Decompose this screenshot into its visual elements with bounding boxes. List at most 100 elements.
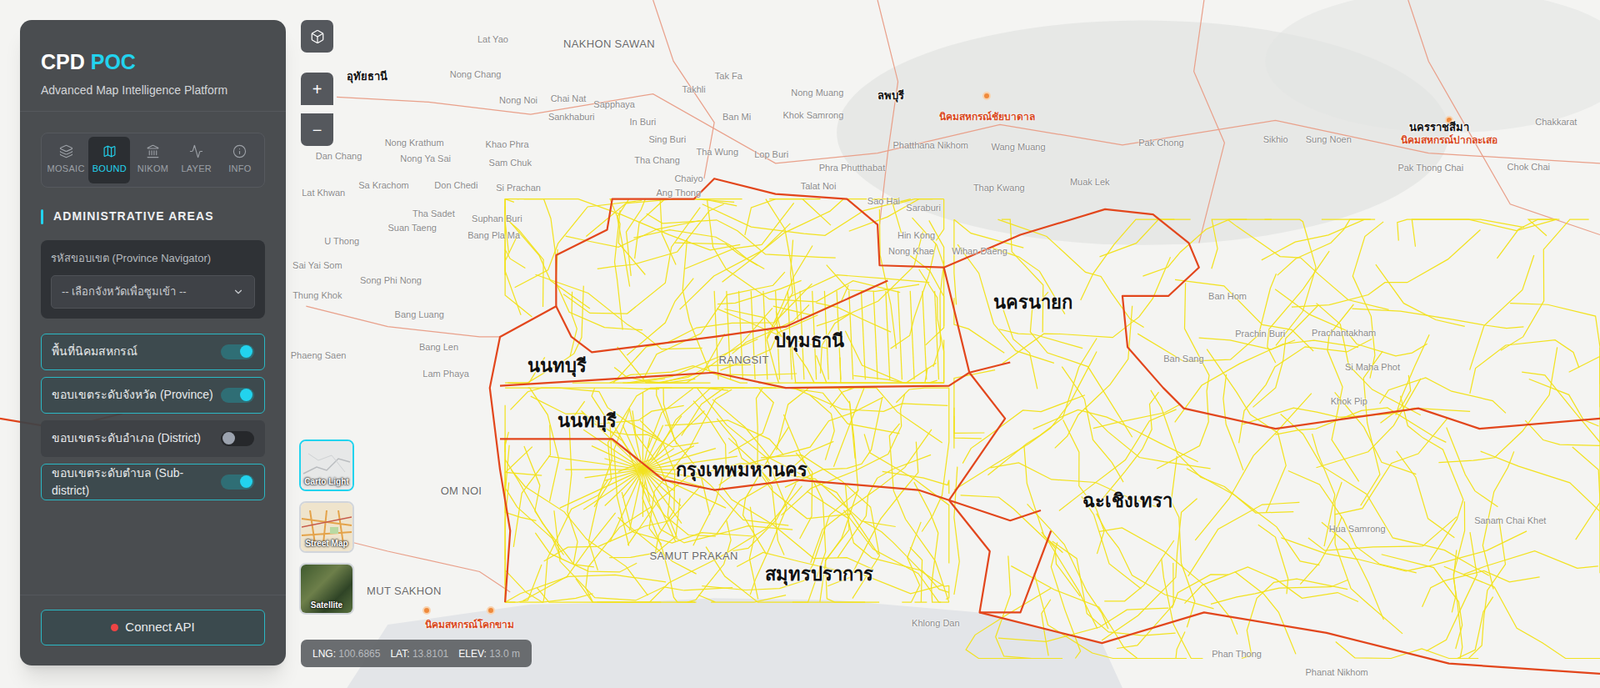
place-label: Thap Kwang [973,180,1025,195]
toggle-switch[interactable] [220,430,255,446]
place-label: Phanat Nikhom [1305,664,1368,679]
tab[interactable]: NIKOM [131,136,174,184]
layer-label: ขอบเขตระดับตำบล (Sub-district) [51,464,221,500]
province-label: สมุทรปราการ [765,560,874,588]
place-label: NAKHON SAWAN [563,35,655,53]
app-root: NAKHON SAWANLat YaoNong ChangNong NoiCha… [0,0,1600,688]
place-label: Sing Buri [648,131,686,146]
coordinate-bar: LNG: 100.6865 LAT: 13.8101 ELEV: 13.0 m [300,639,532,667]
place-label: Khok Samrong [783,108,845,123]
layer-toggle-row[interactable]: พื้นที่นิคมสหกรณ์ [40,333,265,370]
layer-label: พื้นที่นิคมสหกรณ์ [51,342,138,360]
place-label: In Buri [630,114,657,129]
nikom-pin[interactable] [422,605,431,615]
layer-list: พื้นที่นิคมสหกรณ์ขอบเขตระดับจังหวัด (Pro… [40,333,265,500]
place-label: Ban Mi [722,109,751,124]
province-label: ฉะเชิงเทรา [1082,486,1173,515]
place-label: Sung Noen [1305,131,1352,146]
latitude-readout: LAT: 13.8101 [390,645,449,661]
section-heading: ADMINISTRATIVE AREAS [40,207,265,225]
place-label: Dan Chang [315,149,363,164]
place-label: Muak Lek [1070,175,1110,190]
province-navigator: รหัสขอบเขต (Province Navigator) -- เลือกจ… [40,240,265,319]
zoom-in-button[interactable]: + [300,72,334,105]
place-label: Sam Chuk [489,155,532,170]
tab[interactable]: INFO [219,136,261,184]
place-label: Khlong Dan [911,615,960,630]
toggle-switch[interactable] [220,474,255,490]
place-label: Phatthana Nikhom [892,138,969,153]
place-label: Nong Noi [499,93,538,108]
panel-header: CPD POC Advanced Map Intelligence Platfor… [20,20,286,112]
place-label: Sikhio [1263,131,1289,146]
tab-bar: MOSAICBOUNDNIKOMLAYERINFO [40,132,265,188]
basemap-label: Street Map [300,536,353,550]
place-label: Suan Taeng [387,220,437,235]
place-label: Talat Noi [800,179,837,194]
nikom-pin[interactable] [982,91,991,100]
toggle-switch[interactable] [220,344,255,360]
place-label: Takhli [682,81,706,96]
nikom-pin[interactable] [486,605,495,615]
connect-api-button[interactable]: Connect API [40,609,265,645]
province-label: กรุงเทพมหานคร [675,455,808,484]
place-label: Bang Luang [395,307,445,322]
province-label: นครราชสีมา [1409,119,1470,136]
nikom-label: นิคมสหกรณ์โคกขาม [425,616,515,632]
place-label: Hua Samrong [1329,521,1386,536]
place-label: Nong Khae [888,244,935,259]
place-label: Prachin Buri [1235,326,1285,341]
app-title: CPD POC [40,48,265,75]
province-label: ปทุมธานี [774,325,845,354]
place-label: Hin Kong [897,227,935,242]
layer-label: ขอบเขตระดับอำเภอ (District) [51,429,201,447]
basemap-label: Satellite [300,598,353,611]
app-subtitle: Advanced Map Intelligence Platform [40,81,265,100]
place-label: OM NOI [440,482,483,500]
layer-toggle-row[interactable]: ขอบเขตระดับจังหวัด (Province) [40,376,265,414]
3d-view-button[interactable] [300,20,334,53]
navigator-label: รหัสขอบเขต (Province Navigator) [50,250,255,267]
place-label: Sao Hai [867,194,900,209]
place-label: SAMUT PRAKAN [650,548,739,565]
tab-icon [59,144,74,159]
place-label: Si Maha Phot [1345,359,1400,374]
tab[interactable]: LAYER [175,136,218,184]
elevation-readout: ELEV: 13.0 m [458,645,520,661]
province-label: ลพบุรี [877,87,905,105]
toggle-switch[interactable] [220,387,255,403]
place-label: Bang Len [419,340,459,355]
place-label: Suphan Buri [471,211,523,226]
basemap-label: Carto Light [300,475,353,488]
place-label: Nong Ya Sai [400,151,451,166]
place-label: Bang Pla Ma [467,227,520,242]
tab-icon [102,144,117,159]
panel-footer: Connect API [20,594,286,665]
place-label: Sanam Chai Khet [1474,513,1546,528]
tab[interactable]: BOUND [88,136,130,184]
layer-toggle-row[interactable]: ขอบเขตระดับตำบล (Sub-district) [40,463,265,500]
basemap-option[interactable]: Carto Light [299,439,355,491]
basemap-option[interactable]: Street Map [299,500,355,553]
place-label: Lop Buri [754,147,789,162]
basemap-option[interactable]: Satellite [299,562,355,615]
chevron-down-icon [232,285,245,298]
province-label: นนทบุรี [557,406,617,435]
province-select[interactable]: -- เลือกจังหวัดเพื่อซูมเข้า -- [50,275,255,309]
place-label: Khok Pip [1330,394,1368,409]
tab[interactable]: MOSAIC [45,136,87,184]
longitude-readout: LNG: 100.6865 [312,645,380,661]
map-controls: +− [300,20,334,146]
place-label: MUT SAKHON [366,582,442,600]
place-label: Pak Thong Chai [1397,160,1464,175]
place-label: Phaeng Saen [290,348,347,363]
place-label: Lam Phaya [422,366,470,381]
place-label: Wang Muang [991,140,1046,155]
nikom-label: นิคมสหกรณ์ชัยบาดาล [939,109,1035,125]
place-label: Chakkarat [1535,114,1577,129]
place-label: Tha Sadet [412,206,455,221]
layer-toggle-row[interactable]: ขอบเขตระดับอำเภอ (District) [40,420,265,457]
zoom-out-button[interactable]: − [300,113,334,146]
place-label: Chaiyo [674,171,703,186]
layer-label: ขอบเขตระดับจังหวัด (Province) [51,385,214,404]
